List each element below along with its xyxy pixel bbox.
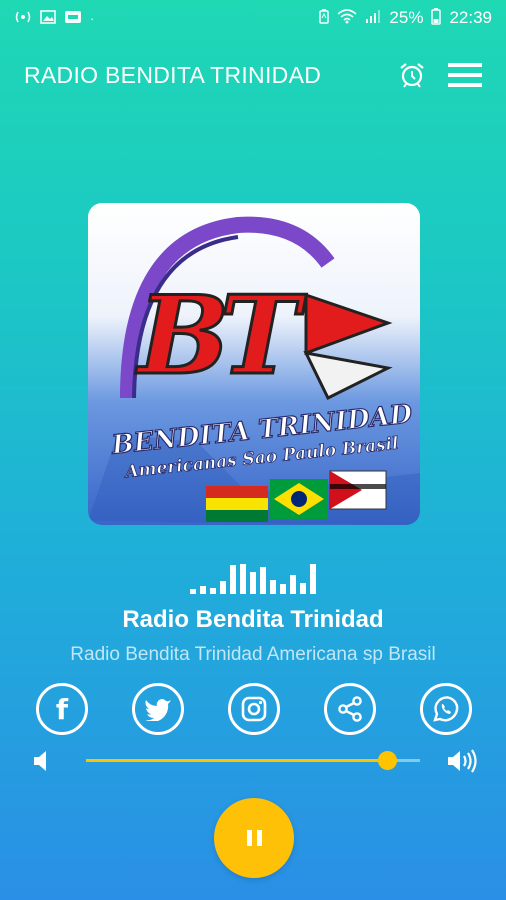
volume-up-icon[interactable]	[446, 747, 480, 775]
app-bar: RADIO BENDITA TRINIDAD	[0, 50, 506, 100]
share-button[interactable]	[324, 683, 376, 735]
volume-slider-fill	[86, 759, 387, 762]
dot-icon: ·	[90, 10, 95, 26]
equalizer-bar	[200, 586, 206, 594]
status-left-icons: ·	[14, 9, 95, 27]
equalizer-bar	[250, 572, 256, 594]
wifi-icon	[337, 9, 357, 27]
station-name: Radio Bendita Trinidad	[122, 606, 384, 633]
equalizer-bar	[260, 567, 266, 594]
share-icon	[338, 696, 362, 722]
equalizer-bar	[210, 588, 216, 594]
equalizer-bar	[280, 584, 286, 594]
instagram-icon	[241, 696, 267, 722]
instagram-button[interactable]	[228, 683, 280, 735]
image-icon	[40, 9, 56, 27]
battery-icon	[431, 8, 442, 28]
clock-time: 22:39	[449, 8, 492, 27]
equalizer-bar	[190, 589, 196, 594]
equalizer-bar	[300, 583, 306, 594]
volume-mute-icon[interactable]	[32, 748, 54, 774]
battery-percent: 25%	[389, 8, 424, 27]
volume-control	[28, 744, 480, 778]
signal-icon	[365, 9, 381, 27]
menu-icon[interactable]	[448, 61, 482, 89]
whatsapp-button[interactable]	[420, 683, 472, 735]
equalizer-bar	[310, 564, 316, 594]
volume-slider-track[interactable]	[86, 751, 420, 770]
alarm-clock-icon[interactable]	[398, 61, 426, 89]
app-title: RADIO BENDITA TRINIDAD	[24, 61, 322, 88]
volume-slider-thumb[interactable]	[377, 751, 397, 770]
equalizer-visualizer	[190, 562, 326, 594]
station-artwork: BT BENDITA TRINIDAD Americanas Sao Paulo…	[88, 203, 420, 525]
whatsapp-icon	[433, 696, 459, 722]
battery-saver-icon	[319, 9, 330, 27]
app-actions	[398, 61, 482, 89]
equalizer-bar	[240, 564, 246, 594]
twitter-icon	[145, 699, 171, 721]
equalizer-bar	[290, 575, 296, 594]
station-description: Radio Bendita Trinidad Americana sp Bras…	[70, 644, 436, 665]
facebook-button[interactable]: f	[36, 683, 88, 735]
pause-icon	[246, 830, 262, 846]
equalizer-bar	[270, 580, 276, 594]
social-buttons: f	[36, 683, 472, 735]
facebook-icon: f	[55, 692, 69, 726]
logo-letters: BT	[137, 272, 302, 401]
pause-button[interactable]	[214, 798, 294, 878]
status-right-icons: 25% 22:39	[319, 8, 492, 28]
equalizer-bar	[230, 565, 236, 594]
notification-icon	[64, 10, 82, 27]
status-bar: · 25% 22:39	[0, 0, 506, 36]
equalizer-bar	[220, 581, 226, 594]
radio-wave-icon	[14, 10, 32, 27]
twitter-button[interactable]	[132, 683, 184, 735]
